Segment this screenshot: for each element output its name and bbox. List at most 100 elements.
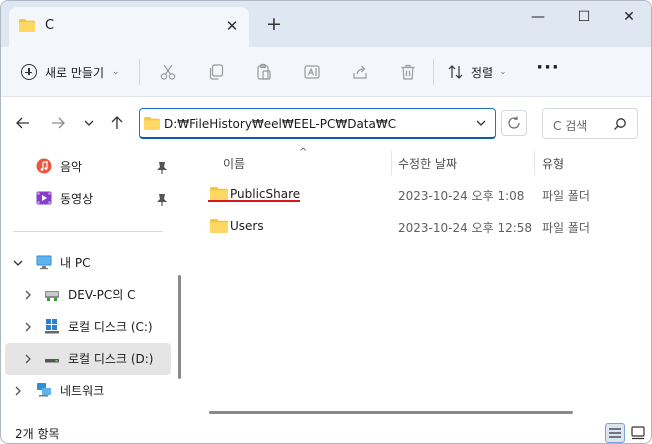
file-type: 파일 폴더 [542,221,590,235]
tab-close-button[interactable]: ✕ [221,15,243,37]
column-header-type[interactable]: 유형 [542,149,564,177]
pin-icon[interactable] [155,193,169,207]
share-icon [353,65,367,79]
arrow-up-icon [111,116,123,129]
paste-icon [257,63,271,80]
file-row[interactable]: PublicShare 2023-10-24 오후 1:08 파일 폴더 [197,179,645,209]
sidebar-item-music[interactable]: 음악 [36,152,171,180]
computer-icon [36,254,52,270]
sort-label: 정렬 [471,65,494,80]
status-bar: 2개 항목 [1,421,651,443]
chevron-right-icon[interactable] [22,289,34,301]
delete-button[interactable] [395,59,421,85]
sidebar-divider [13,231,163,232]
new-tab-button[interactable]: + [263,13,285,35]
chevron-right-icon[interactable] [22,321,34,333]
video-icon [36,190,52,206]
sidebar-item-label: 로컬 디스크 (C:) [68,319,153,334]
file-row[interactable]: Users 2023-10-24 오후 12:58 파일 폴더 [197,211,645,241]
share-button[interactable] [347,59,373,85]
file-date: 2023-10-24 오후 1:08 [398,189,525,203]
toolbar-divider [433,59,434,85]
search-box[interactable]: C 검색 [542,108,638,139]
sidebar-item-label: 내 PC [60,255,91,270]
sidebar-item-drive-c[interactable]: 로컬 디스크 (C:) [44,312,174,340]
column-header-date[interactable]: 수정한 날짜 [398,149,457,177]
chevron-right-icon[interactable] [12,385,24,397]
details-view-button[interactable] [605,423,625,443]
chevron-right-icon[interactable] [22,353,34,365]
search-placeholder: C 검색 [553,119,588,133]
file-type: 파일 폴더 [542,189,590,203]
chevron-down-icon [84,120,94,126]
toolbar-divider [139,59,140,85]
column-header-name[interactable]: 이름 [223,149,245,177]
sidebar-item-videos[interactable]: 동영상 [36,184,171,212]
navigation-pane: 음악 동영상 내 PC DEV-PC의 C 로컬 디스크 (C:) 로컬 디스크… [1,149,187,421]
sort-ascending-icon: ^ [299,147,308,158]
delete-icon [401,64,415,80]
column-header-label: 유형 [542,156,565,171]
address-bar[interactable]: D:₩FileHistory₩eel₩EEL-PC₩Data₩C [139,108,496,139]
refresh-icon [508,116,520,129]
minimize-button[interactable]: — [515,1,561,33]
column-divider[interactable] [534,151,535,175]
chevron-down-icon: ⌄ [112,67,120,77]
maximize-button[interactable]: ☐ [561,1,607,33]
tiles-view-icon [631,426,645,440]
sidebar-item-label: 로컬 디스크 (D:) [68,351,154,366]
item-count: 2개 항목 [15,427,60,441]
chevron-down-icon[interactable] [475,117,487,129]
rename-button[interactable] [299,59,325,85]
tiles-view-button[interactable] [628,423,648,443]
column-header-label: 수정한 날짜 [398,156,458,171]
rename-icon [304,65,320,79]
sort-button[interactable]: 정렬 ⌄ [447,57,507,87]
sidebar-item-network[interactable]: 네트워크 [36,376,171,404]
horizontal-scrollbar[interactable] [209,411,573,414]
windows-drive-icon [44,318,60,334]
plus-circle-icon [21,64,37,80]
file-name: PublicShare [230,187,301,201]
network-icon [36,382,52,398]
file-date: 2023-10-24 오후 12:58 [398,221,533,235]
cut-button[interactable] [155,59,181,85]
music-icon [36,158,52,174]
highlight-underline [208,200,300,202]
paste-button[interactable] [251,59,277,85]
details-view-icon [609,428,621,438]
back-button[interactable] [11,111,35,135]
sidebar-scrollbar[interactable] [178,275,181,379]
pin-icon[interactable] [155,161,169,175]
folder-icon [210,219,228,233]
sidebar-item-label: 네트워크 [60,383,105,398]
recent-locations-button[interactable] [77,111,101,135]
forward-button[interactable] [46,111,70,135]
folder-icon [19,19,35,32]
file-explorer-window: C ✕ + — ☐ ✕ 새로 만들기 ⌄ 정렬 ⌄ ··· D:₩FileHis… [0,0,652,444]
sidebar-item-this-pc[interactable]: 내 PC [36,248,171,276]
folder-icon [144,117,160,130]
close-window-button[interactable]: ✕ [606,1,651,33]
title-bar: C ✕ + — ☐ ✕ [1,1,651,47]
arrow-right-icon [52,117,65,129]
sidebar-item-label: DEV-PC의 C [68,287,136,302]
network-drive-icon [44,286,60,302]
more-options-button[interactable]: ··· [533,59,563,85]
column-header-label: 이름 [223,156,246,171]
new-item-button[interactable]: 새로 만들기 ⌄ [15,57,126,87]
sidebar-item-drive-d[interactable]: 로컬 디스크 (D:) [44,344,169,372]
copy-button[interactable] [203,59,229,85]
sidebar-item-label: 동영상 [60,191,94,206]
sidebar-item-label: 음악 [60,159,83,174]
chevron-down-icon[interactable] [12,257,24,269]
refresh-button[interactable] [501,110,527,136]
search-icon [614,118,626,130]
folder-icon [210,187,228,201]
sidebar-item-network-drive[interactable]: DEV-PC의 C [44,280,174,308]
up-button[interactable] [105,111,129,135]
tab-current[interactable]: C ✕ [9,7,249,47]
column-divider[interactable] [391,151,392,175]
new-item-label: 새로 만들기 [45,65,105,80]
chevron-down-icon: ⌄ [499,67,507,77]
